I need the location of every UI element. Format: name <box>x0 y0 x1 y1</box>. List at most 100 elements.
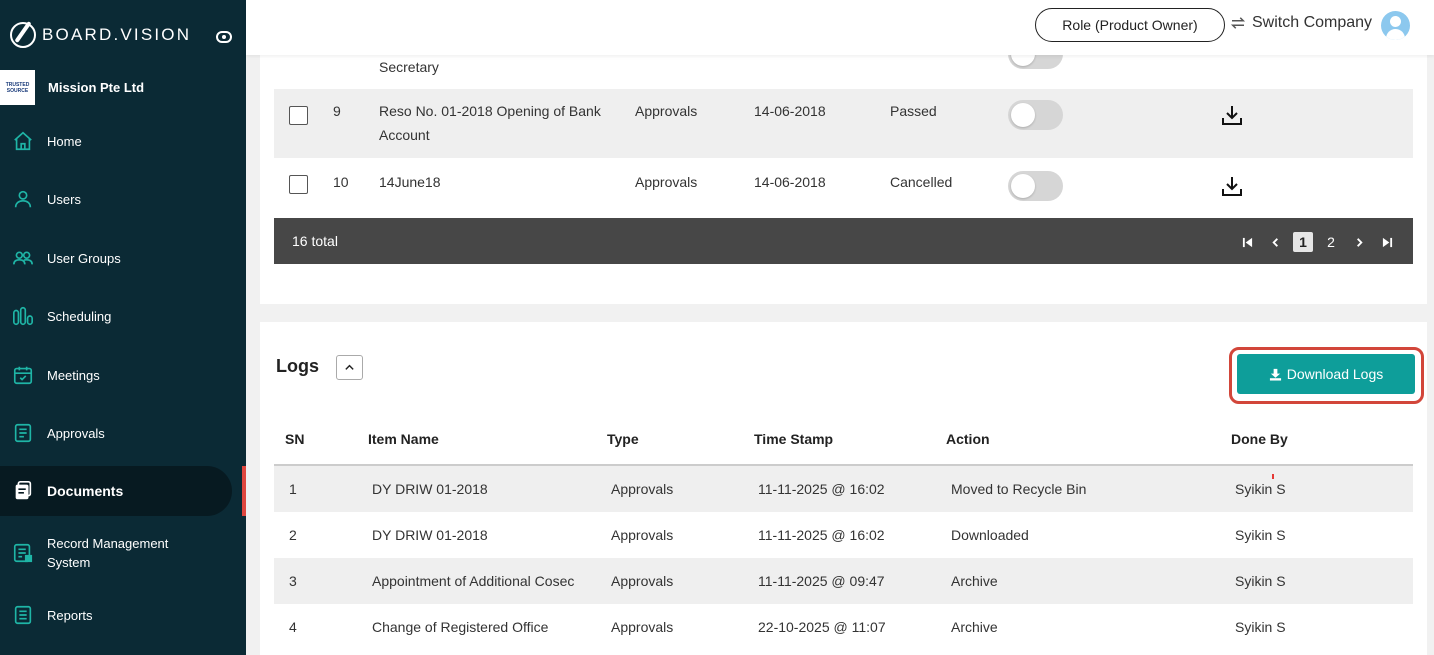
log-type: Approvals <box>611 619 674 635</box>
download-logs-button[interactable]: Download Logs <box>1237 354 1415 394</box>
approval-date: 14-06-2018 <box>754 174 826 190</box>
table-row: 2 DY DRIW 01-2018 Approvals 11-11-2025 @… <box>274 512 1413 558</box>
download-icon[interactable] <box>1220 174 1244 198</box>
sidebar-item-reports[interactable]: Reports <box>0 603 232 627</box>
approval-status: Cancelled <box>890 174 953 190</box>
approval-name: Secretary <box>379 59 439 75</box>
log-item-name: DY DRIW 01-2018 <box>372 481 488 497</box>
log-action: Archive <box>951 573 998 589</box>
approval-name-cont: Account <box>379 127 430 143</box>
role-button[interactable]: Role (Product Owner) <box>1035 8 1225 42</box>
page-1-button[interactable]: 1 <box>1293 232 1313 252</box>
active-item-marker <box>242 466 246 516</box>
log-sn: 4 <box>289 619 297 635</box>
calendar-icon <box>12 364 34 386</box>
pagination: 1 2 <box>1237 232 1397 252</box>
log-sn: 2 <box>289 527 297 543</box>
switch-arrows-icon <box>1230 17 1246 29</box>
sidebar-item-users[interactable]: Users <box>0 187 232 211</box>
column-header-item-name[interactable]: Item Name <box>368 431 439 447</box>
sidebar-item-label: User Groups <box>47 250 121 266</box>
top-header: Role (Product Owner) Switch Company <box>246 0 1434 55</box>
log-sn: 1 <box>289 481 297 497</box>
approval-type: Approvals <box>635 103 698 119</box>
sidebar-item-label: Home <box>47 133 82 149</box>
logs-title: Logs <box>276 356 319 376</box>
log-type: Approvals <box>611 527 674 543</box>
log-done-by: Syikin S <box>1235 527 1286 543</box>
toggle-switch[interactable] <box>1008 171 1063 201</box>
prev-page-button[interactable] <box>1265 232 1285 252</box>
log-action: Archive <box>951 619 998 635</box>
row-checkbox[interactable] <box>289 106 308 125</box>
sidebar-item-label: Meetings <box>47 367 100 383</box>
first-page-button[interactable] <box>1237 232 1257 252</box>
log-time-stamp: 11-11-2025 @ 09:47 <box>758 573 885 589</box>
sidebar: BOARD.VISION TRUSTED SOURCE Mission Pte … <box>0 0 246 655</box>
column-header-sn[interactable]: SN <box>285 431 304 447</box>
column-header-action[interactable]: Action <box>946 431 990 447</box>
row-checkbox[interactable] <box>289 175 308 194</box>
approval-type: Approvals <box>635 174 698 190</box>
table-row: 1 DY DRIW 01-2018 Approvals 11-11-2025 @… <box>274 466 1413 512</box>
company-logo: TRUSTED SOURCE <box>0 70 35 105</box>
cursor-marker <box>1272 474 1274 479</box>
total-count: 16 total <box>292 233 338 249</box>
table-row: 10 14June18 Approvals 14-06-2018 Cancell… <box>274 158 1413 218</box>
approval-status: Passed <box>890 103 937 119</box>
next-page-button[interactable] <box>1349 232 1369 252</box>
log-time-stamp: 22-10-2025 @ 11:07 <box>758 619 886 635</box>
sidebar-item-label: Approvals <box>47 425 105 441</box>
download-icon[interactable] <box>1220 103 1244 127</box>
log-type: Approvals <box>611 481 674 497</box>
log-time-stamp: 11-11-2025 @ 16:02 <box>758 527 885 543</box>
approval-date: 14-06-2018 <box>754 103 826 119</box>
board-vision-logo-icon <box>10 22 36 48</box>
chevron-up-icon <box>345 364 354 370</box>
switch-company-link[interactable]: Switch Company <box>1229 14 1372 32</box>
eye-toggle-icon[interactable] <box>216 31 232 43</box>
sidebar-item-label: Documents <box>47 483 124 499</box>
sidebar-item-label: Scheduling <box>47 308 112 324</box>
sidebar-item-label: Reports <box>47 607 93 623</box>
sidebar-item-scheduling[interactable]: Scheduling <box>0 304 232 328</box>
brand-name: BOARD.VISION <box>42 25 192 44</box>
toggle-switch[interactable] <box>1008 100 1063 130</box>
log-item-name: DY DRIW 01-2018 <box>372 527 488 543</box>
row-sn: 10 <box>333 174 349 190</box>
company-selector[interactable]: TRUSTED SOURCE Mission Pte Ltd <box>0 70 144 105</box>
user-avatar[interactable] <box>1381 11 1410 40</box>
brand[interactable]: BOARD.VISION <box>10 22 191 48</box>
pagination-bar: 16 total 1 2 <box>274 218 1413 264</box>
log-done-by: Syikin S <box>1235 619 1286 635</box>
scheduling-icon <box>12 305 34 327</box>
sidebar-item-user-groups[interactable]: User Groups <box>0 246 232 270</box>
log-time-stamp: 11-11-2025 @ 16:02 <box>758 481 885 497</box>
column-header-done-by[interactable]: Done By <box>1231 431 1288 447</box>
table-row: 3 Appointment of Additional Cosec Approv… <box>274 558 1413 604</box>
record-icon <box>12 542 34 564</box>
sidebar-item-record-management[interactable]: Record Management System <box>0 534 232 572</box>
log-done-by: Syikin S <box>1235 573 1286 589</box>
log-type: Approvals <box>611 573 674 589</box>
column-header-type[interactable]: Type <box>607 431 639 447</box>
sidebar-item-label: Users <box>47 191 81 207</box>
approval-name[interactable]: 14June18 <box>379 170 441 194</box>
sidebar-item-approvals[interactable]: Approvals <box>0 421 232 445</box>
home-icon <box>12 130 34 152</box>
page-2-button[interactable]: 2 <box>1321 232 1341 252</box>
sidebar-item-meetings[interactable]: Meetings <box>0 363 232 387</box>
documents-icon <box>12 480 34 502</box>
table-row: Secretary <box>274 39 1413 89</box>
column-header-time-stamp[interactable]: Time Stamp <box>754 431 833 447</box>
last-page-button[interactable] <box>1377 232 1397 252</box>
collapse-button[interactable] <box>336 355 363 380</box>
sidebar-item-documents[interactable]: Documents <box>0 466 232 516</box>
log-action: Downloaded <box>951 527 1029 543</box>
table-row: 4 Change of Registered Office Approvals … <box>274 604 1413 650</box>
approval-name[interactable]: Reso No. 01-2018 Opening of Bank <box>379 99 601 123</box>
sidebar-item-home[interactable]: Home <box>0 129 232 153</box>
log-done-by: Syikin S <box>1235 481 1286 497</box>
log-action: Moved to Recycle Bin <box>951 481 1087 497</box>
log-sn: 3 <box>289 573 297 589</box>
